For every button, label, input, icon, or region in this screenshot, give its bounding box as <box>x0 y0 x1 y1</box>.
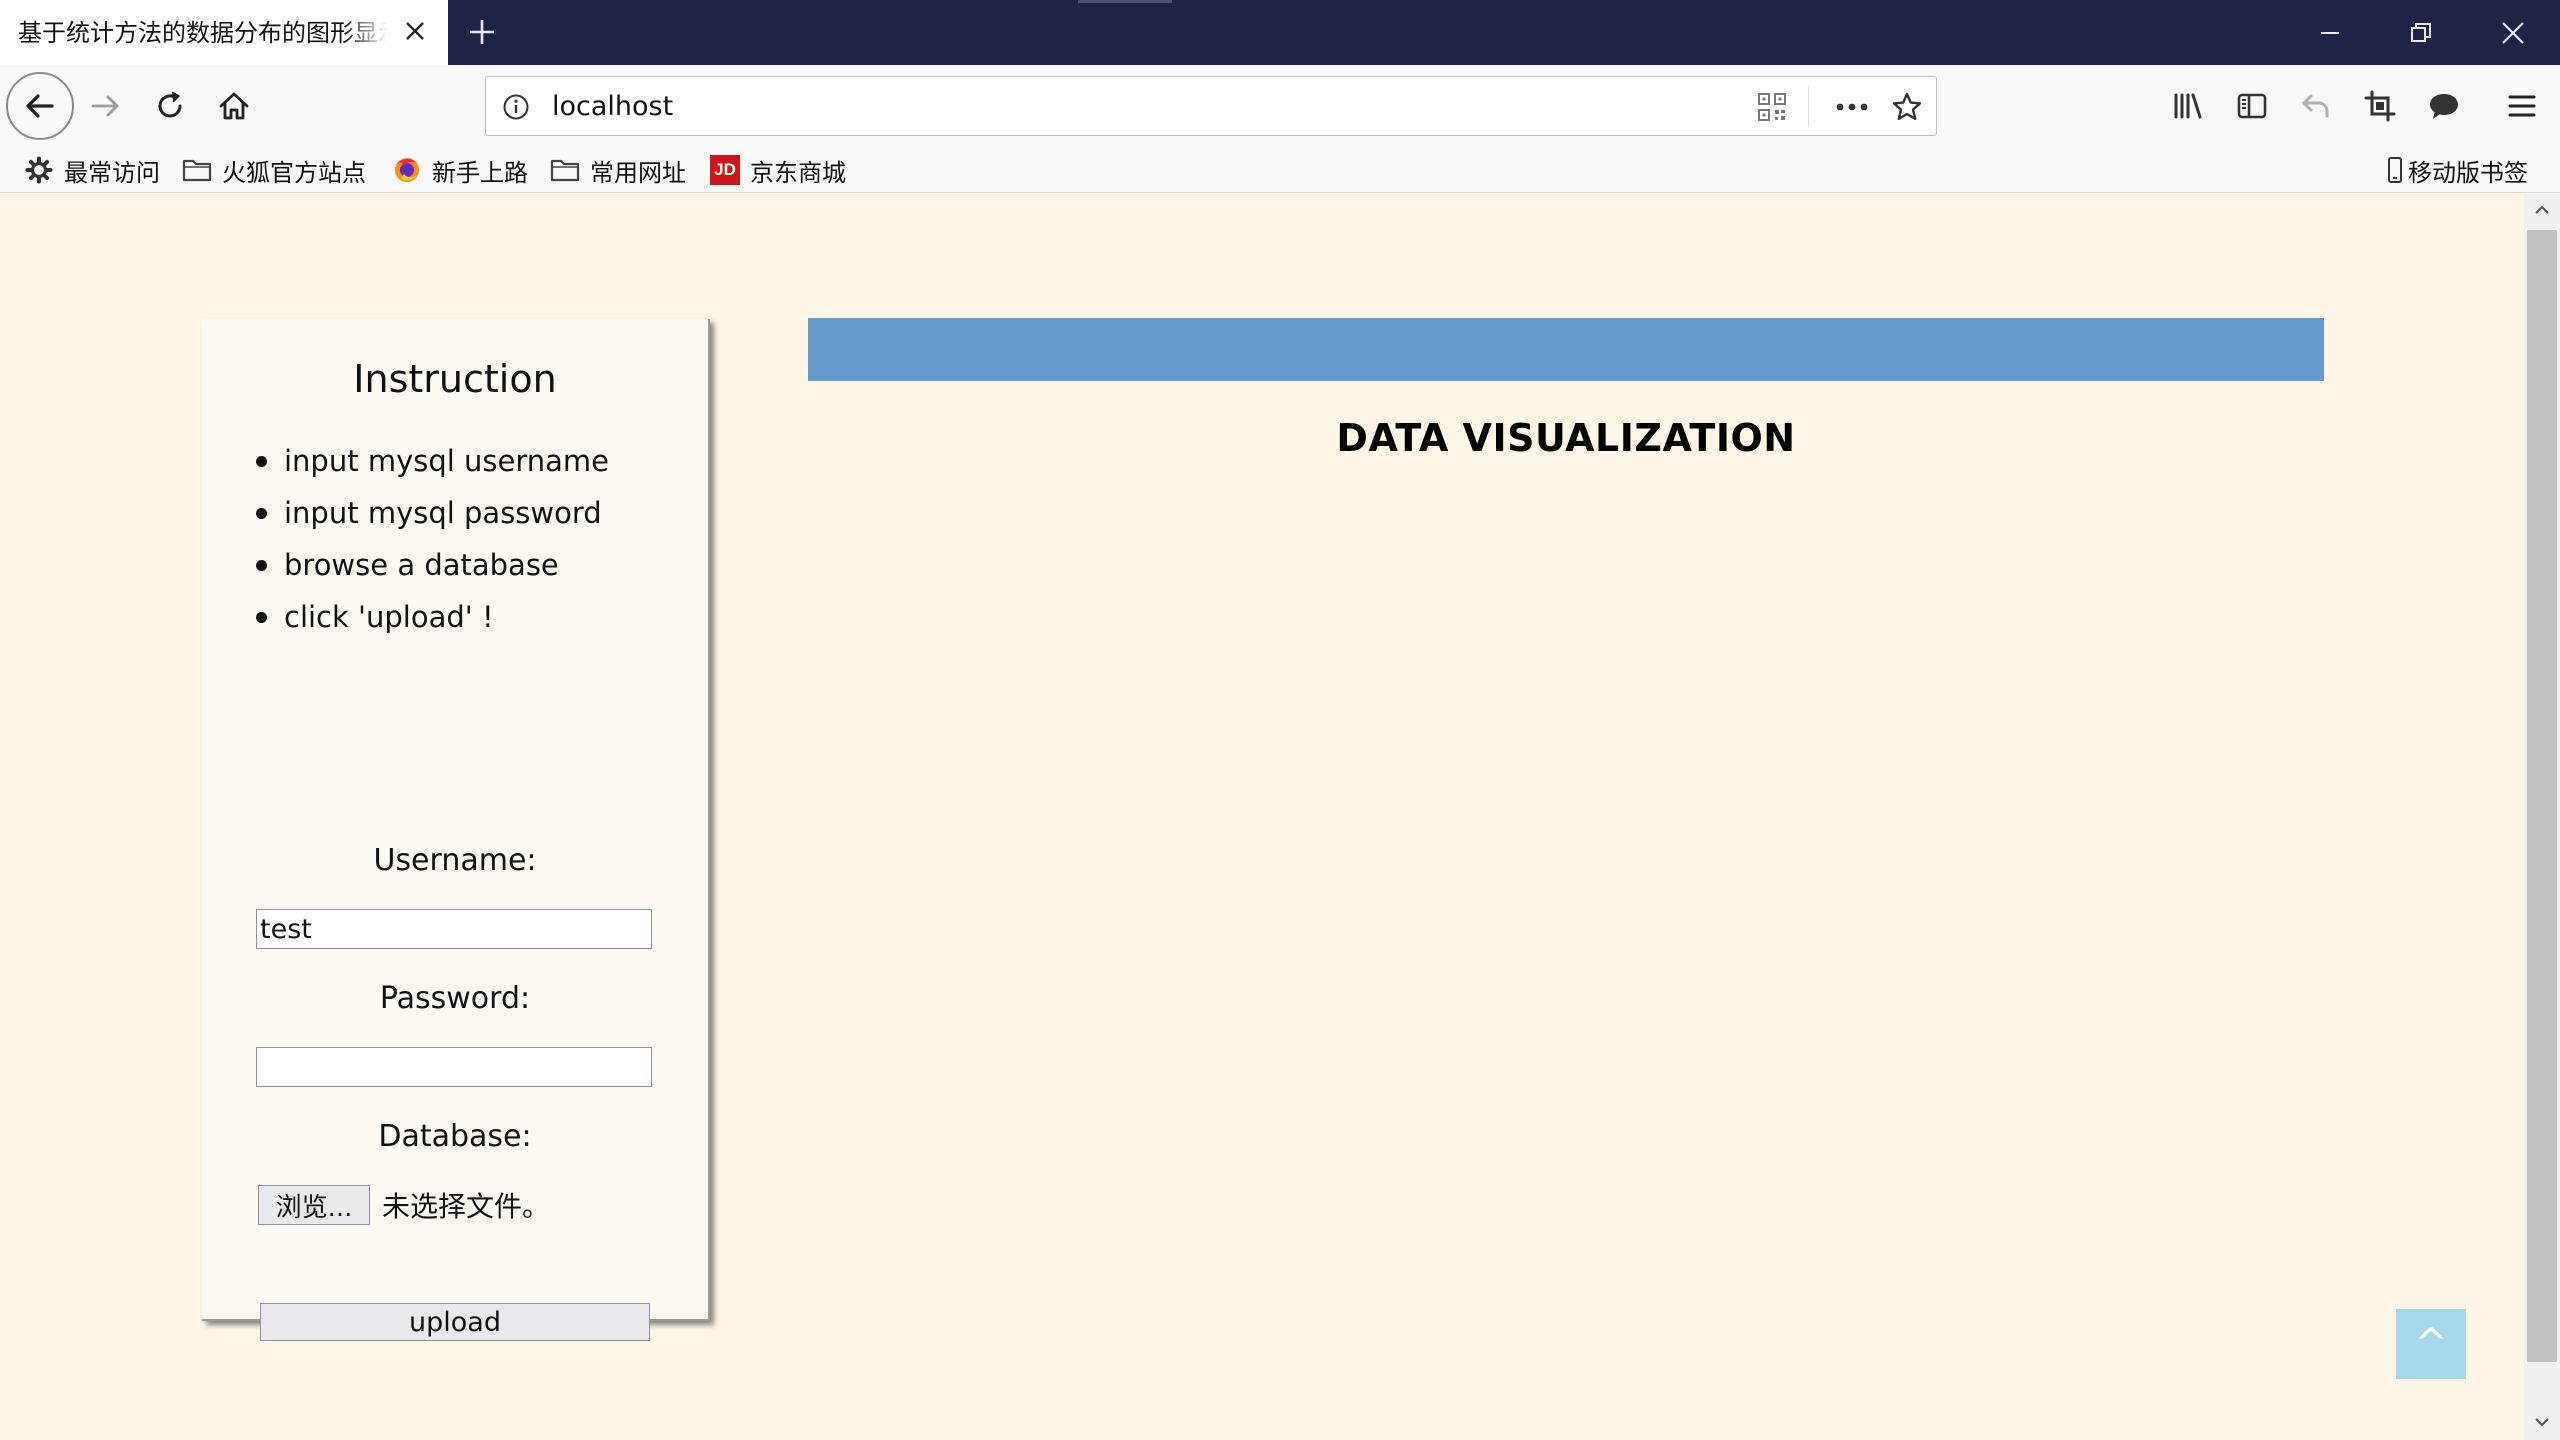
close-window-icon[interactable] <box>2468 0 2558 65</box>
reload-icon[interactable] <box>148 84 192 128</box>
visualization-title: DATA VISUALIZATION <box>1336 416 1796 460</box>
visualization-header-bar <box>808 318 2324 381</box>
browse-button[interactable]: 浏览... <box>258 1185 370 1225</box>
restore-icon[interactable] <box>2376 0 2466 65</box>
forward-arrow-icon[interactable] <box>84 84 128 128</box>
screenshot-crop-icon[interactable] <box>2358 84 2402 128</box>
bookmark-firefox-official[interactable]: 火狐官方站点 <box>182 152 366 188</box>
bookmark-label: 京东商城 <box>750 158 846 187</box>
folder-icon <box>550 155 580 185</box>
instruction-panel: Instruction input mysql username input m… <box>202 319 710 1341</box>
navigation-toolbar: localhost <box>0 65 2560 147</box>
hamburger-menu-icon[interactable] <box>2500 84 2544 128</box>
chat-bubble-icon[interactable] <box>2422 84 2466 128</box>
firefox-icon <box>392 155 422 185</box>
username-field[interactable] <box>256 909 652 949</box>
address-bar-divider <box>1808 87 1809 127</box>
bookmarks-bar: 最常访问 火狐官方站点 新手上路 常用网址 JD 京东商城 移动版书签 <box>0 147 2560 193</box>
bookmark-most-visited[interactable]: 最常访问 <box>24 152 160 188</box>
page-content: Instruction input mysql username input m… <box>0 194 2524 1440</box>
file-status: 未选择文件。 <box>382 1190 551 1223</box>
bookmark-jd-mall[interactable]: JD 京东商城 <box>710 152 846 188</box>
vertical-scrollbar[interactable] <box>2524 194 2560 1440</box>
bookmark-label: 常用网址 <box>590 158 686 187</box>
back-arrow-icon <box>26 94 54 118</box>
page-actions-icon[interactable] <box>1832 89 1872 125</box>
address-bar[interactable]: localhost <box>485 76 1937 136</box>
database-label: Database: <box>378 1119 532 1154</box>
jd-icon: JD <box>710 155 740 185</box>
close-tab-icon[interactable] <box>398 14 432 48</box>
back-to-top-button[interactable]: ^ <box>2396 1309 2466 1379</box>
instruction-item: input mysql password <box>256 487 609 539</box>
bookmark-common-sites[interactable]: 常用网址 <box>550 152 686 188</box>
bookmark-getting-started[interactable]: 新手上路 <box>392 152 528 188</box>
password-label: Password: <box>379 981 531 1016</box>
instruction-item: browse a database <box>256 539 609 591</box>
undo-close-tab-icon[interactable] <box>2294 84 2338 128</box>
sidebar-toggle-icon[interactable] <box>2230 84 2274 128</box>
password-field[interactable] <box>256 1047 652 1087</box>
mobile-bookmarks[interactable]: 移动版书签 <box>2386 152 2528 188</box>
library-icon[interactable] <box>2166 84 2210 128</box>
instruction-item: input mysql username <box>256 435 609 487</box>
mobile-bookmarks-label: 移动版书签 <box>2408 158 2528 187</box>
upload-button[interactable]: upload <box>260 1303 650 1341</box>
gear-icon <box>24 155 54 185</box>
instruction-title: Instruction <box>353 357 557 401</box>
site-info-icon[interactable] <box>500 91 532 123</box>
username-label: Username: <box>373 843 537 878</box>
bookmark-label: 最常访问 <box>64 158 160 187</box>
tab-title: 基于统计方法的数据分布的图形显示 <box>18 19 388 47</box>
tab-strip: 基于统计方法的数据分布的图形显示 <box>0 0 2560 65</box>
qr-code-icon[interactable] <box>1754 89 1790 125</box>
instruction-list: input mysql username input mysql passwor… <box>256 435 609 643</box>
minimize-icon[interactable] <box>2285 0 2375 65</box>
folder-icon <box>182 155 212 185</box>
tab-strip-indicator <box>1078 0 1172 3</box>
mobile-phone-icon <box>2386 155 2404 185</box>
home-icon[interactable] <box>212 84 256 128</box>
scrollbar-thumb[interactable] <box>2527 230 2557 1362</box>
bookmark-label: 新手上路 <box>432 158 528 187</box>
back-button[interactable] <box>6 72 74 140</box>
scroll-up-icon[interactable] <box>2524 194 2560 226</box>
instruction-item: click 'upload' ! <box>256 591 609 643</box>
back-to-top-icon: ^ <box>2414 1321 2448 1367</box>
database-file-picker: 浏览... 未选择文件。 <box>258 1185 550 1225</box>
bookmark-star-icon[interactable] <box>1888 88 1926 126</box>
active-tab[interactable]: 基于统计方法的数据分布的图形显示 <box>0 0 448 65</box>
url-text: localhost <box>552 91 674 122</box>
new-tab-icon[interactable] <box>462 12 502 52</box>
bookmark-label: 火狐官方站点 <box>222 158 366 187</box>
scroll-down-icon[interactable] <box>2524 1406 2560 1438</box>
